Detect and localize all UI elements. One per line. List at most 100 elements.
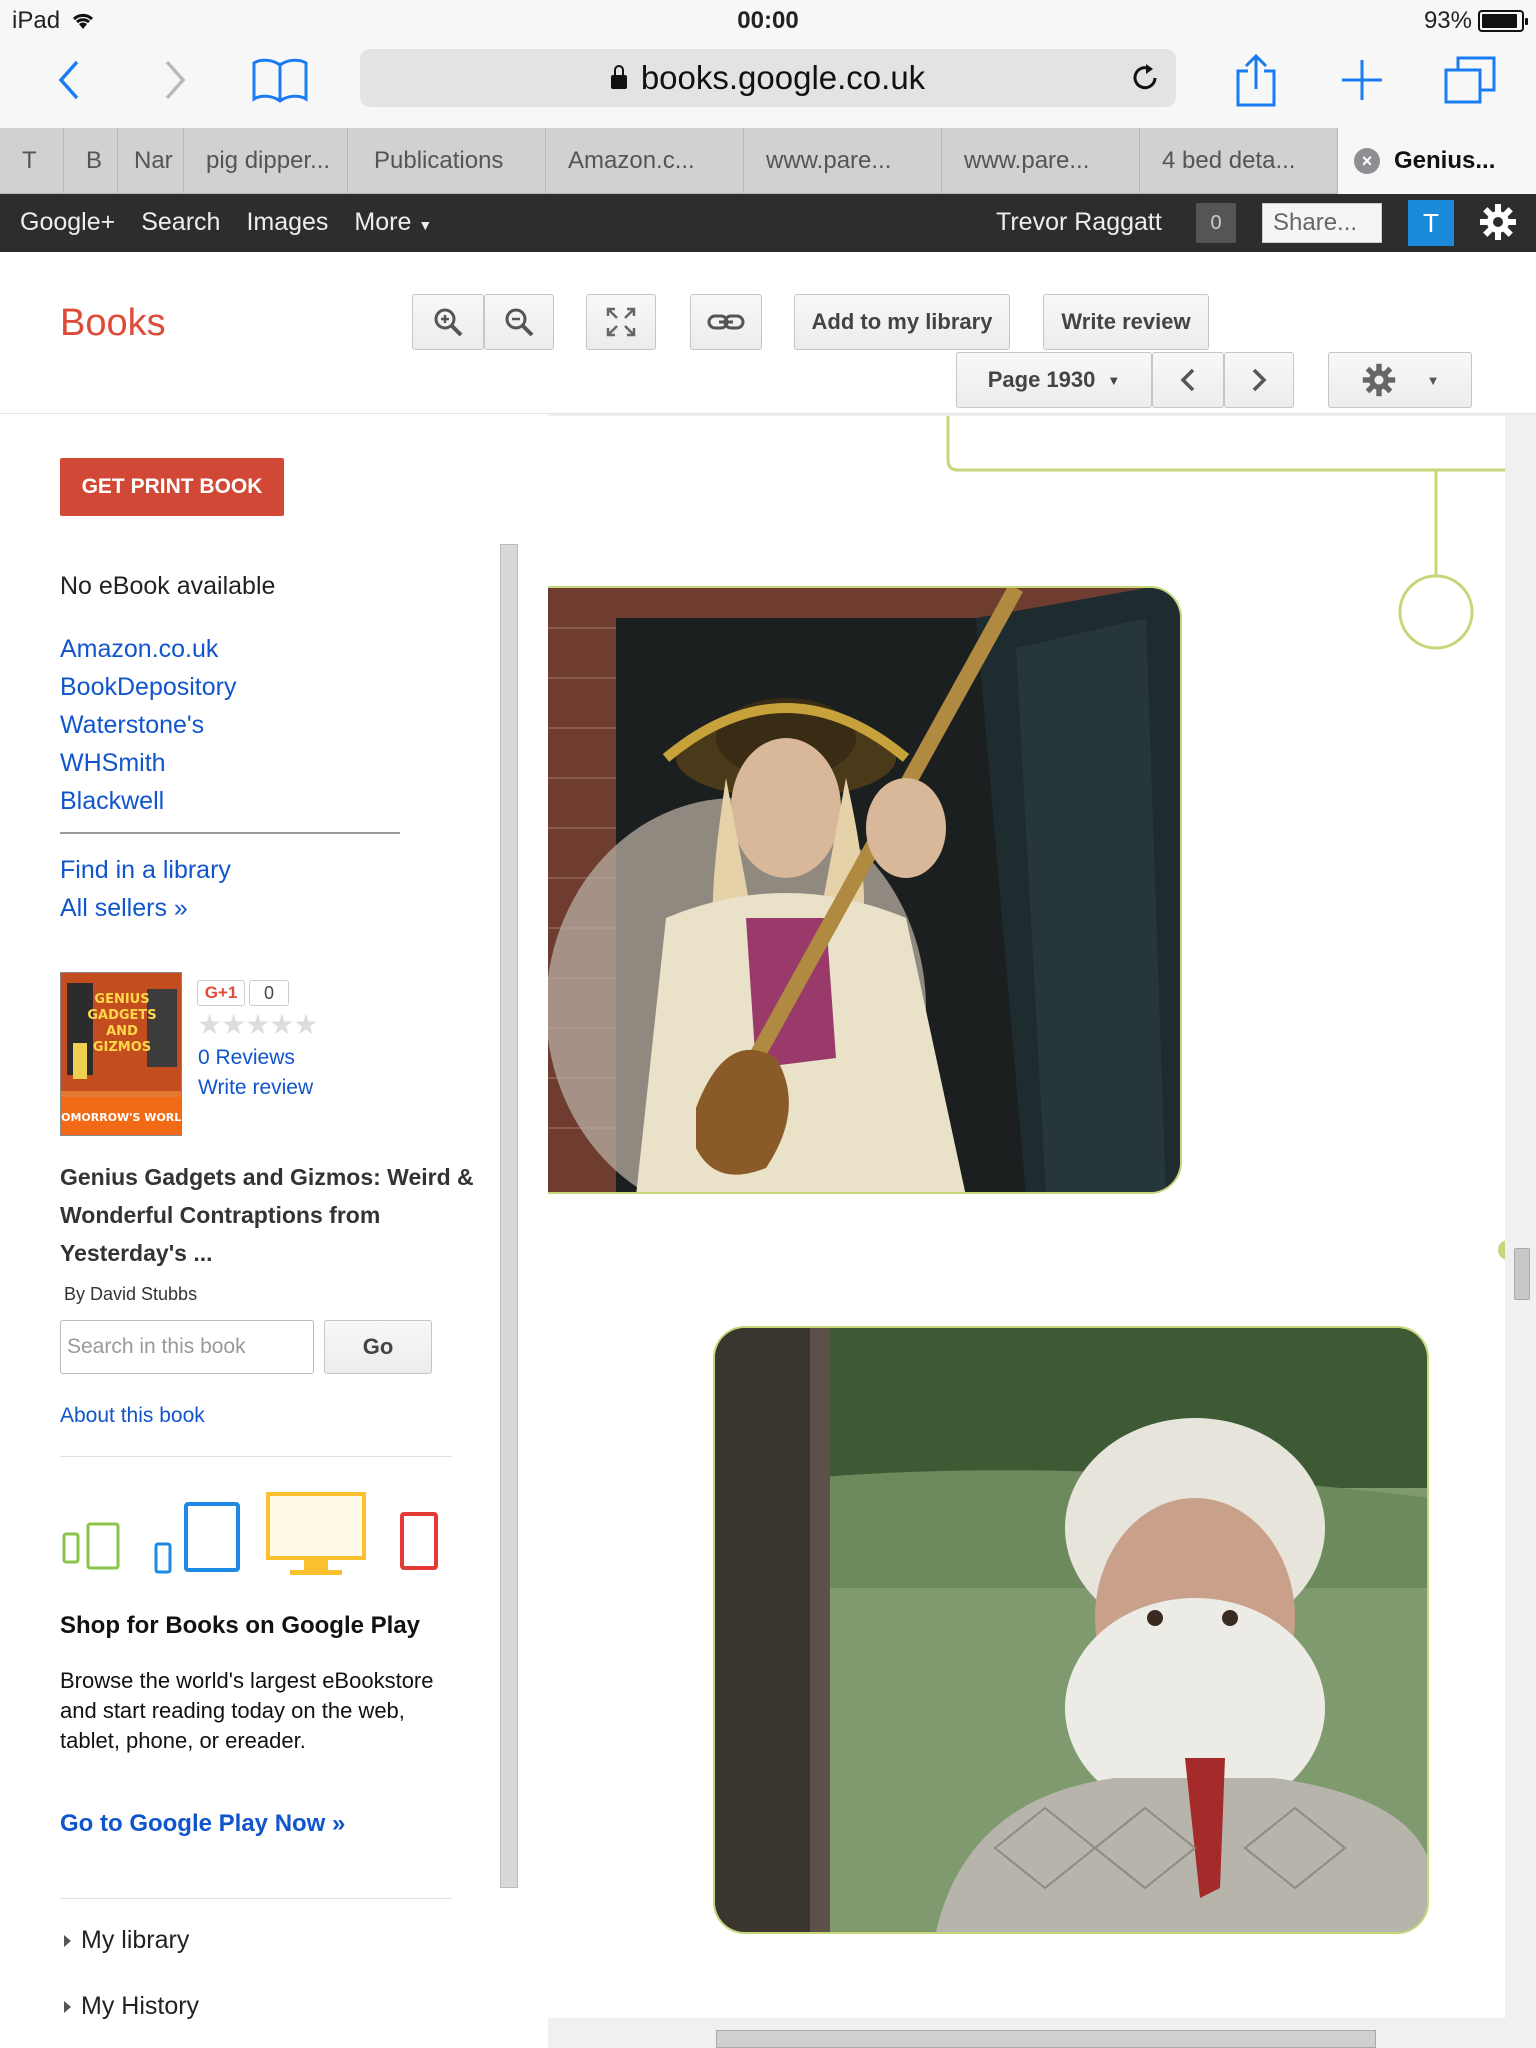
link-button[interactable] xyxy=(690,294,762,350)
tab-label: Nar xyxy=(134,147,173,174)
gplus-count: 0 xyxy=(249,980,289,1006)
browser-toolbar: books.google.co.uk xyxy=(0,40,1536,128)
url-text: books.google.co.uk xyxy=(640,59,926,96)
gplus-button[interactable]: G+1 xyxy=(197,980,245,1006)
page-label: Page 1930 xyxy=(987,367,1096,392)
tab-label: 4 bed deta... xyxy=(1162,147,1296,174)
browser-tab[interactable]: www.pare... xyxy=(744,128,942,194)
books-header: Books Add to my library Write review Pag… xyxy=(0,252,1536,414)
about-book-link[interactable]: About this book xyxy=(60,1404,205,1428)
browser-tab-active[interactable]: × Genius... xyxy=(1338,128,1536,194)
reviews-link[interactable]: 0 Reviews xyxy=(198,1046,295,1070)
rating-stars: ★★★★★ xyxy=(197,1009,319,1040)
seller-link-amazon[interactable]: Amazon.co.uk xyxy=(60,635,218,664)
gplus-widget[interactable]: G+1 0 xyxy=(197,980,289,1006)
battery-icon xyxy=(1478,10,1528,32)
share-icon[interactable] xyxy=(1226,50,1286,110)
search-in-book-input[interactable]: Search in this book xyxy=(60,1320,314,1374)
status-bar: iPad 00:00 93% xyxy=(0,0,1536,40)
write-review-button[interactable]: Write review xyxy=(1043,294,1209,350)
link-icon xyxy=(707,314,745,330)
gear-icon[interactable] xyxy=(1478,202,1518,249)
reload-icon[interactable] xyxy=(1128,61,1162,103)
svg-text:TOMORROW'S WORLD: TOMORROW'S WORLD xyxy=(61,1111,182,1124)
get-print-book-button[interactable]: GET PRINT BOOK xyxy=(60,458,284,516)
browser-tab[interactable]: T xyxy=(0,128,64,194)
avatar[interactable]: T xyxy=(1408,200,1454,246)
page-select[interactable]: Page 1930 ▼ xyxy=(956,352,1152,408)
divider xyxy=(60,832,400,834)
chevron-left-icon xyxy=(1180,368,1195,392)
zoom-out-button[interactable] xyxy=(484,294,554,350)
seller-link-waterstones[interactable]: Waterstone's xyxy=(60,711,204,740)
bookmarks-icon[interactable] xyxy=(250,50,310,110)
menu-label: My History xyxy=(81,1992,200,2020)
devices-illustration xyxy=(62,1492,438,1575)
settings-dropdown[interactable]: ▼ xyxy=(1328,352,1472,408)
seller-link-whsmith[interactable]: WHSmith xyxy=(60,749,166,778)
books-title[interactable]: Books xyxy=(60,302,166,345)
new-tab-icon[interactable] xyxy=(1332,50,1392,110)
my-history-item[interactable]: My History xyxy=(64,1992,199,2021)
shop-title: Shop for Books on Google Play xyxy=(60,1612,421,1639)
browser-tab[interactable]: 4 bed deta... xyxy=(1140,128,1338,194)
zoom-in-button[interactable] xyxy=(412,294,484,350)
seller-link-bookdepository[interactable]: BookDepository xyxy=(60,673,236,702)
google-play-link[interactable]: Go to Google Play Now » xyxy=(60,1810,345,1838)
browser-tab[interactable]: Nar xyxy=(118,128,184,194)
viewer-horizontal-scrollbar[interactable] xyxy=(716,2030,1376,2048)
gbar-link-images[interactable]: Images xyxy=(246,208,328,237)
scroll-thumb[interactable] xyxy=(1514,1248,1530,1300)
book-cover[interactable]: GENIUS GADGETS AND GIZMOS TOMORROW'S WOR… xyxy=(60,972,182,1136)
user-name[interactable]: Trevor Raggatt xyxy=(996,208,1162,237)
lock-icon xyxy=(610,65,627,89)
book-page xyxy=(548,416,1505,2018)
fullscreen-button[interactable] xyxy=(586,294,656,350)
browser-tab[interactable]: www.pare... xyxy=(942,128,1140,194)
address-bar[interactable]: books.google.co.uk xyxy=(360,49,1176,107)
gear-icon xyxy=(1362,363,1395,397)
svg-text:AND: AND xyxy=(106,1024,138,1039)
expand-triangle-icon xyxy=(64,1934,71,1947)
add-to-library-button[interactable]: Add to my library xyxy=(794,294,1010,350)
gbar-link-more[interactable]: More ▼ xyxy=(354,208,432,237)
seller-link-blackwell[interactable]: Blackwell xyxy=(60,787,164,816)
next-page-button[interactable] xyxy=(1224,352,1294,408)
menu-label: My library xyxy=(81,1926,190,1954)
find-library-link[interactable]: Find in a library xyxy=(60,856,231,885)
tab-label: www.pare... xyxy=(964,147,1090,174)
gbar-link-search[interactable]: Search xyxy=(141,208,220,237)
tab-label: Publications xyxy=(374,147,504,174)
caret-down-icon: ▼ xyxy=(418,217,433,233)
browser-tab[interactable]: Amazon.c... xyxy=(546,128,744,194)
tabs-overview-icon[interactable] xyxy=(1440,50,1500,110)
book-viewer[interactable] xyxy=(548,414,1536,2048)
forward-icon[interactable] xyxy=(144,50,204,110)
gbar-link-googleplus[interactable]: Google+ xyxy=(20,208,115,237)
browser-tab[interactable]: B xyxy=(64,128,118,194)
expand-triangle-icon xyxy=(64,2000,71,2013)
svg-text:GADGETS: GADGETS xyxy=(87,1008,156,1023)
share-box[interactable]: Share... xyxy=(1262,203,1382,243)
book-title: Genius Gadgets and Gizmos: Weird & Wonde… xyxy=(60,1164,474,1266)
my-library-item[interactable]: My library xyxy=(64,1926,189,1955)
caret-down-icon: ▼ xyxy=(1107,372,1121,388)
tab-label: T xyxy=(22,147,37,174)
photo-guitarist xyxy=(548,586,1182,1194)
divider xyxy=(60,1456,452,1457)
notification-count[interactable]: 0 xyxy=(1196,203,1236,243)
more-label: More xyxy=(354,208,412,236)
search-go-button[interactable]: Go xyxy=(324,1320,432,1374)
close-tab-icon[interactable]: × xyxy=(1354,148,1380,174)
write-review-link[interactable]: Write review xyxy=(198,1076,313,1100)
divider xyxy=(60,1898,452,1899)
viewer-vertical-scrollbar[interactable] xyxy=(1505,414,1536,2048)
sidebar-scrollbar[interactable] xyxy=(500,544,518,1888)
prev-page-button[interactable] xyxy=(1152,352,1224,408)
chevron-right-icon xyxy=(1252,368,1267,392)
back-icon[interactable] xyxy=(40,50,100,110)
browser-tab[interactable]: Publications xyxy=(348,128,546,194)
all-sellers-link[interactable]: All sellers » xyxy=(60,894,188,923)
no-ebook-label: No eBook available xyxy=(60,572,276,600)
browser-tab[interactable]: pig dipper... xyxy=(184,128,348,194)
